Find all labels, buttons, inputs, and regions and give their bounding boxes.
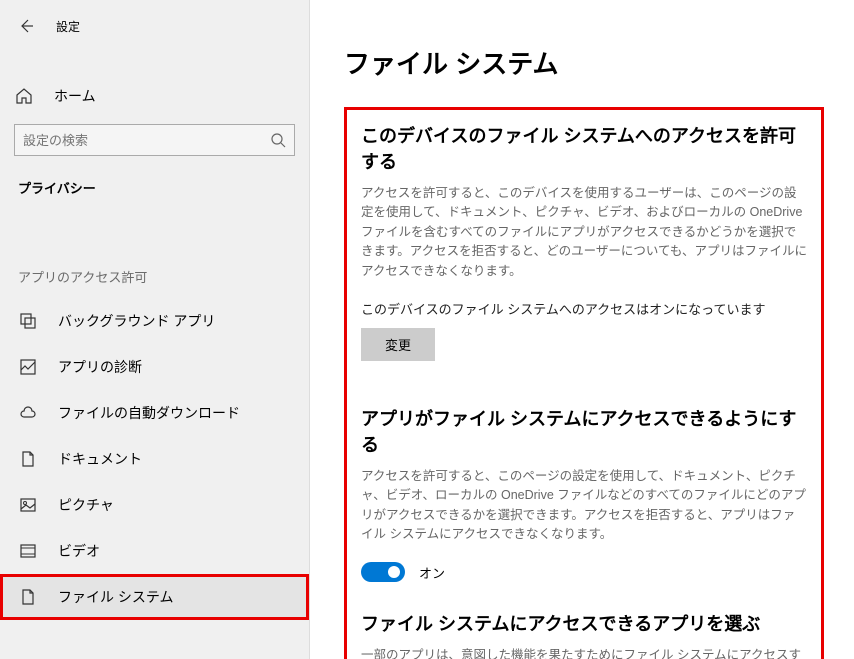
section1-status: このデバイスのファイル システムへのアクセスはオンになっています bbox=[361, 299, 807, 318]
sidebar-item-label: ファイル システム bbox=[58, 587, 173, 607]
sidebar-item-label: バックグラウンド アプリ bbox=[58, 311, 215, 331]
sidebar-item-videos[interactable]: ビデオ bbox=[0, 528, 309, 574]
app-title: 設定 bbox=[56, 18, 80, 35]
sidebar-item-filesystem[interactable]: ファイル システム bbox=[0, 574, 309, 620]
picture-icon bbox=[18, 495, 38, 515]
page-title: ファイル システム bbox=[344, 44, 824, 81]
sidebar-section-label: アプリのアクセス許可 bbox=[0, 207, 309, 298]
main-content: ファイル システム このデバイスのファイル システムへのアクセスを許可する アク… bbox=[310, 0, 854, 659]
change-button[interactable]: 変更 bbox=[361, 328, 435, 361]
sidebar-category: プライバシー bbox=[0, 156, 309, 207]
section3-description: 一部のアプリは、意図した機能を果たすためにファイル システムにアクセスする必要が… bbox=[361, 646, 807, 659]
section1-description: アクセスを許可すると、このデバイスを使用するユーザーは、このページの設定を使用し… bbox=[361, 184, 807, 281]
settings-window: 設定 ホーム プライバシー アプリのアクセス許可 バックグラウンド アプリ bbox=[0, 0, 854, 659]
filesystem-access-toggle[interactable] bbox=[361, 562, 405, 582]
sidebar-item-background-apps[interactable]: バックグラウンド アプリ bbox=[0, 298, 309, 344]
sidebar-item-pictures[interactable]: ピクチャ bbox=[0, 482, 309, 528]
sidebar-item-label: ファイルの自動ダウンロード bbox=[58, 403, 240, 423]
search-input[interactable] bbox=[23, 133, 270, 148]
sidebar-item-label: アプリの診断 bbox=[58, 357, 142, 377]
sidebar-item-label: ピクチャ bbox=[58, 495, 114, 515]
sidebar-item-documents[interactable]: ドキュメント bbox=[0, 436, 309, 482]
home-icon bbox=[14, 86, 34, 106]
file-icon bbox=[18, 587, 38, 607]
toggle-label: オン bbox=[419, 563, 445, 582]
search-box[interactable] bbox=[14, 124, 295, 156]
video-icon bbox=[18, 541, 38, 561]
header-row: 設定 bbox=[0, 8, 309, 48]
toggle-knob bbox=[388, 566, 400, 578]
arrow-left-icon bbox=[17, 17, 35, 35]
section1-heading: このデバイスのファイル システムへのアクセスを許可する bbox=[361, 122, 807, 174]
sidebar: 設定 ホーム プライバシー アプリのアクセス許可 バックグラウンド アプリ bbox=[0, 0, 310, 659]
section2-description: アクセスを許可すると、このページの設定を使用して、ドキュメント、ピクチャ、ビデオ… bbox=[361, 467, 807, 545]
diagnostics-icon bbox=[18, 357, 38, 377]
section2-heading: アプリがファイル システムにアクセスできるようにする bbox=[361, 405, 807, 457]
highlighted-sections: このデバイスのファイル システムへのアクセスを許可する アクセスを許可すると、こ… bbox=[344, 107, 824, 659]
document-icon bbox=[18, 449, 38, 469]
sidebar-item-auto-downloads[interactable]: ファイルの自動ダウンロード bbox=[0, 390, 309, 436]
sidebar-item-label: ビデオ bbox=[58, 541, 100, 561]
sidebar-item-label: ドキュメント bbox=[58, 449, 142, 469]
home-label: ホーム bbox=[54, 86, 96, 106]
sidebar-home[interactable]: ホーム bbox=[0, 76, 309, 116]
back-button[interactable] bbox=[14, 14, 38, 38]
section3-heading: ファイル システムにアクセスできるアプリを選ぶ bbox=[361, 610, 807, 636]
toggle-row: オン bbox=[361, 562, 807, 582]
grid-overlap-icon bbox=[18, 311, 38, 331]
search-icon bbox=[270, 132, 286, 148]
cloud-icon bbox=[18, 403, 38, 423]
sidebar-item-app-diagnostics[interactable]: アプリの診断 bbox=[0, 344, 309, 390]
